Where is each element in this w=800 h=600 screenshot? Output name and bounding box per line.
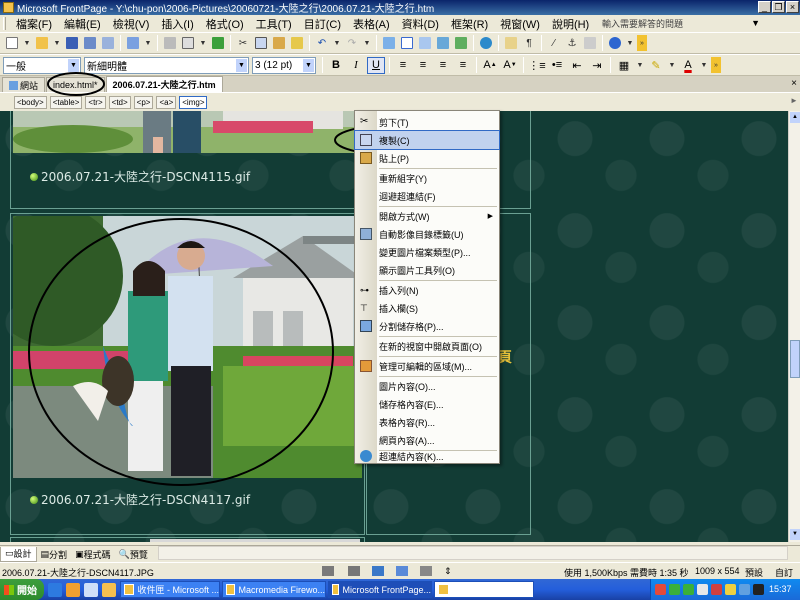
- editable-region-icon: [360, 360, 372, 372]
- status-icon-4: [396, 566, 408, 576]
- menu-item-table-properties[interactable]: 表格內容(R)...: [355, 413, 499, 431]
- status-icon-5: [420, 566, 432, 576]
- insert-column-icon: ⊤: [360, 303, 368, 313]
- menu-item-cut[interactable]: ✂ 剪下(T): [355, 113, 499, 131]
- task-fireworks[interactable]: Macromedia Firewo...: [222, 581, 326, 598]
- tray-app-icon[interactable]: [655, 584, 666, 595]
- status-bar: 2006.07.21-大陸之行-DSCN4117.JPG ⇕ 使用 1,500K…: [0, 562, 800, 579]
- menu-item-open-in-new-window[interactable]: 在新的視窗中開啟頁面(O): [355, 337, 499, 355]
- menu-item-hyperlink-properties[interactable]: 超連結內容(K)...: [355, 447, 499, 465]
- scissors-icon: ✂: [360, 116, 369, 127]
- menu-item-reconvert[interactable]: 重新組字(Y): [355, 169, 499, 187]
- status-icon-2: [348, 566, 360, 576]
- menu-item-split-cells[interactable]: 分割儲存格(P)...: [355, 317, 499, 335]
- submenu-arrow-icon: ▶: [487, 213, 493, 220]
- menu-item-insert-column[interactable]: ⊤ 插入欄(S): [355, 299, 499, 317]
- tray-app-icon[interactable]: [697, 584, 708, 595]
- scrollbar-thumb[interactable]: [790, 340, 800, 378]
- explorer-quicklaunch-icon[interactable]: [102, 582, 116, 597]
- scroll-up-icon[interactable]: ▲: [790, 112, 800, 123]
- vertical-scrollbar[interactable]: ▲ ▼: [788, 111, 800, 542]
- insert-row-icon: ⊶: [360, 285, 369, 295]
- tray-app-icon[interactable]: [725, 584, 736, 595]
- annotation-circle: [47, 72, 105, 96]
- status-download-speed: 使用 1,500Kbps 需費時 1:35 秒: [564, 568, 689, 578]
- tab-split-view[interactable]: ▤ 分割: [37, 547, 72, 562]
- status-selected-file: 2006.07.21-大陸之行-DSCN4117.JPG: [2, 568, 154, 578]
- tab-preview-view[interactable]: 🔍 預覽: [115, 547, 152, 562]
- menu-item-show-picture-toolbar[interactable]: 顯示圖片工具列(O): [355, 261, 499, 279]
- menu-item-follow-hyperlink[interactable]: 迴避超連結(F): [355, 187, 499, 205]
- copy-icon: [360, 134, 372, 146]
- menu-item-open-with[interactable]: 開啟方式(W) ▶: [355, 207, 499, 225]
- menu-item-paste[interactable]: 貼上(P): [355, 149, 499, 167]
- annotation-circle: [28, 218, 334, 486]
- status-page-size: 1009 x 554: [695, 566, 740, 576]
- tray-app-icon[interactable]: [683, 584, 694, 595]
- menu-item-copy[interactable]: 複製(C): [354, 130, 500, 150]
- menu-item-picture-properties[interactable]: 圖片內容(O)...: [355, 377, 499, 395]
- thumbnail-icon: [360, 228, 372, 240]
- frontpage-icon: [332, 584, 340, 595]
- tab-design-view[interactable]: ▭ 設計: [0, 546, 37, 562]
- horizontal-scrollbar[interactable]: [158, 546, 788, 560]
- folder-icon: [438, 584, 449, 595]
- scroll-down-icon[interactable]: ▼: [790, 529, 800, 540]
- clock[interactable]: 15:37: [769, 584, 792, 594]
- ie-quicklaunch-icon[interactable]: [48, 582, 62, 597]
- menu-item-manage-editable-regions[interactable]: 管理可編輯的區域(M)...: [355, 357, 499, 375]
- start-button[interactable]: 開始: [0, 579, 44, 600]
- paste-icon: [360, 152, 372, 164]
- outlook-quicklaunch-icon[interactable]: [66, 582, 80, 597]
- tray-app-icon[interactable]: [669, 584, 680, 595]
- outlook-icon: [124, 584, 135, 595]
- desktop-quicklaunch-icon[interactable]: [84, 582, 98, 597]
- system-tray: 15:37: [650, 579, 800, 600]
- menu-item-change-picture-type[interactable]: 變更圖片檔案類型(P)...: [355, 243, 499, 261]
- context-menu: ✂ 剪下(T) 複製(C) 貼上(P) 重新組字(Y) 迴避超連結(F) 開啟方式…: [354, 110, 500, 464]
- tray-app-icon[interactable]: [753, 584, 764, 595]
- split-cells-icon: [360, 320, 372, 332]
- status-mode-custom: 自訂: [775, 568, 794, 578]
- tray-app-icon[interactable]: [711, 584, 722, 595]
- windows-taskbar: 開始 收件匣 - Microsoft ... Macromedia Firewo…: [0, 579, 800, 600]
- tab-code-view[interactable]: ▣ 程式碼: [71, 547, 115, 562]
- status-icon-1: [322, 566, 334, 576]
- task-explorer[interactable]: [434, 581, 534, 598]
- tray-app-icon[interactable]: [739, 584, 750, 595]
- menu-item-insert-row[interactable]: ⊶ 插入列(N): [355, 281, 499, 299]
- fireworks-icon: [226, 584, 236, 595]
- menu-item-cell-properties[interactable]: 儲存格內容(E)...: [355, 395, 499, 413]
- hyperlink-icon: [360, 450, 372, 462]
- status-icon-3: [372, 566, 384, 576]
- status-arrows-icon[interactable]: ⇕: [444, 566, 452, 577]
- task-frontpage[interactable]: Microsoft FrontPage...: [328, 581, 432, 598]
- task-outlook[interactable]: 收件匣 - Microsoft ...: [120, 581, 220, 598]
- menu-item-auto-thumbnail[interactable]: 自動影像目錄標籤(U): [355, 225, 499, 243]
- windows-logo-icon: [4, 584, 14, 595]
- status-mode-default: 預設: [745, 568, 764, 578]
